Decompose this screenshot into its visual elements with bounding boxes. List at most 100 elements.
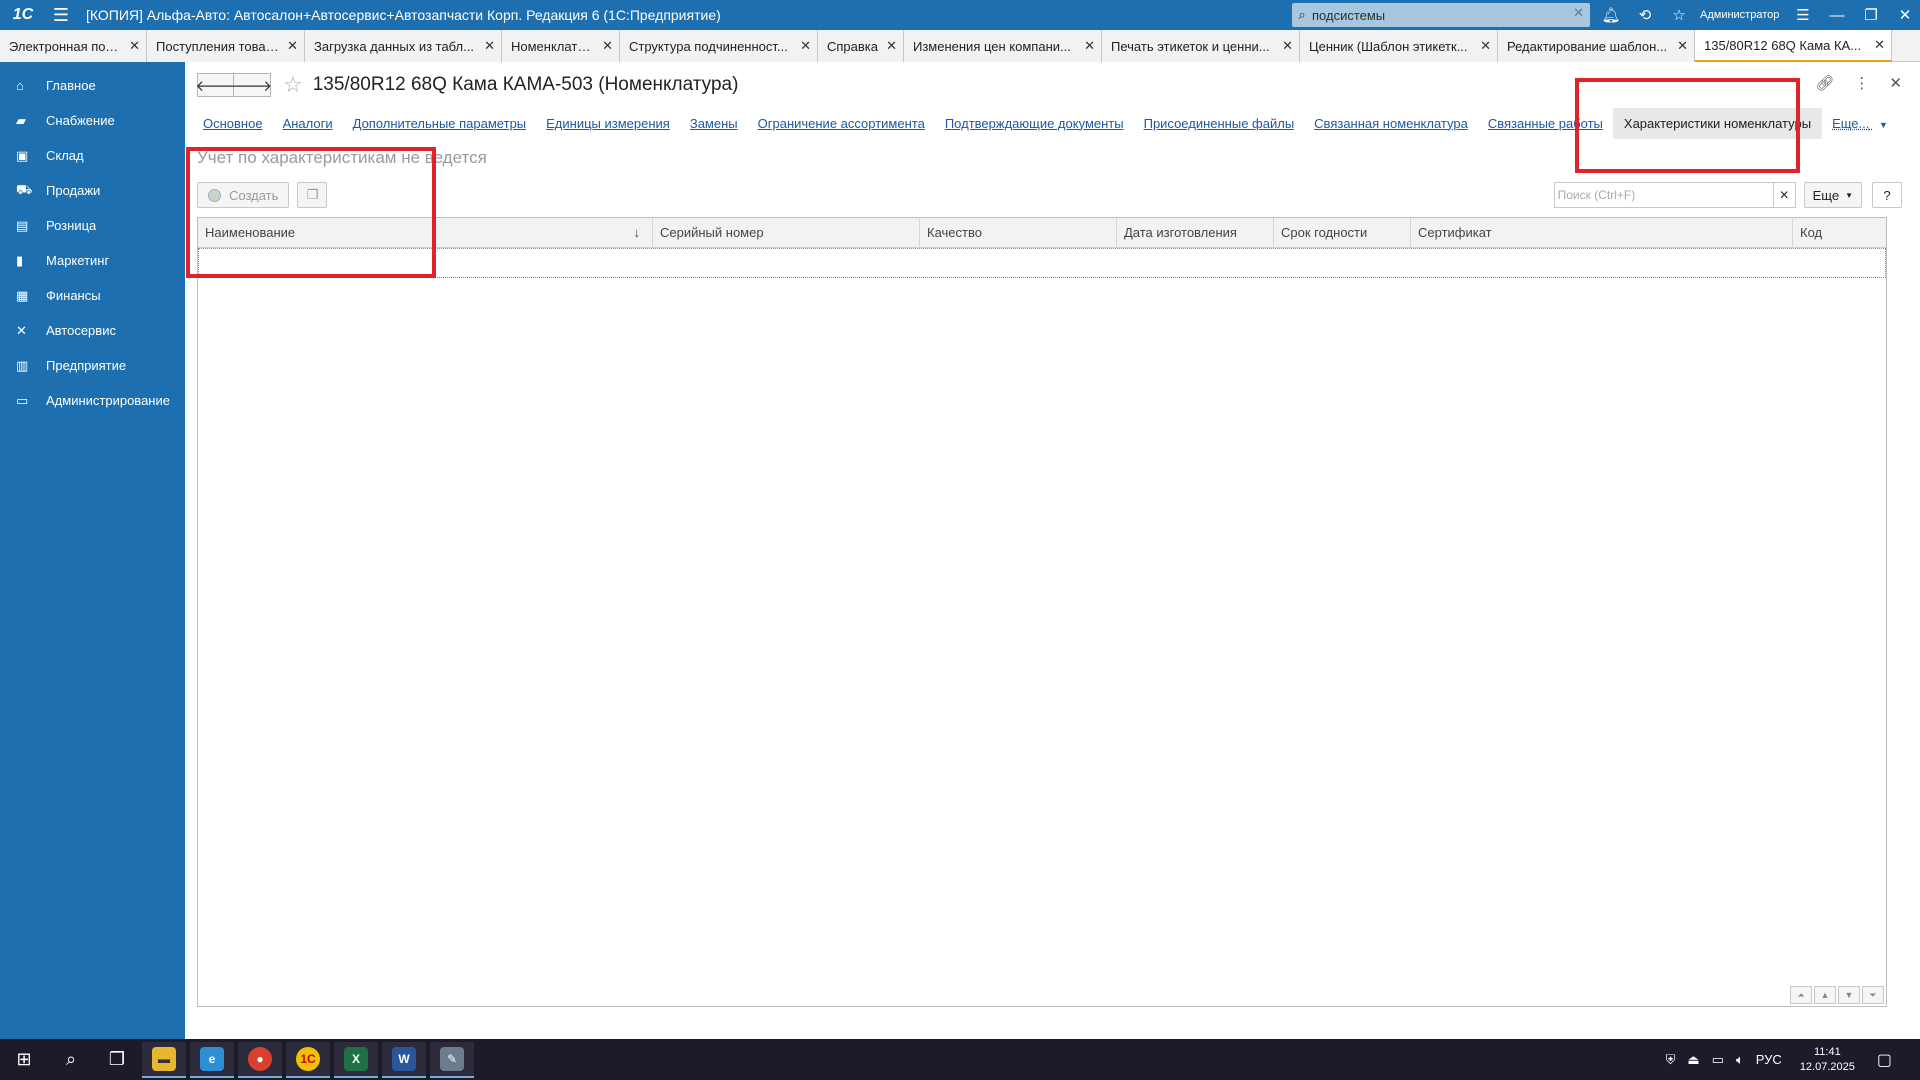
copy-button[interactable]: ❐ <box>297 182 328 208</box>
settings-menu-icon[interactable]: ☰ <box>1788 0 1818 30</box>
tab-template-edit[interactable]: Редактирование шаблон... ✕ <box>1498 30 1695 62</box>
notifications-icon[interactable]: ▢ <box>1877 1050 1892 1070</box>
antivirus-icon[interactable]: ⛨ <box>1666 1052 1676 1068</box>
chrome-app-icon[interactable]: ● <box>238 1041 282 1078</box>
close-icon[interactable]: ✕ <box>484 38 495 54</box>
tab-goods-receipts[interactable]: Поступления товаров ✕ <box>147 30 305 62</box>
paint-app-icon[interactable]: ✎ <box>430 1041 474 1078</box>
close-icon[interactable]: ✕ <box>1084 38 1095 54</box>
column-manufacture-date[interactable]: Дата изготовления <box>1117 218 1274 248</box>
restore-icon[interactable]: ❐ <box>1856 0 1886 30</box>
windows-start-icon[interactable]: ⊞ <box>0 1039 48 1080</box>
link-icon[interactable]: 🔗︎ <box>1815 74 1834 92</box>
sidebar-item-sales[interactable]: ⛟ Продажи <box>0 173 185 208</box>
nav-link-confirming-docs[interactable]: Подтверждающие документы <box>935 116 1134 131</box>
nav-link-attached-files[interactable]: Присоединенные файлы <box>1134 116 1305 131</box>
word-app-icon[interactable]: W <box>382 1041 426 1078</box>
column-code[interactable]: Код <box>1793 218 1886 248</box>
tab-data-import[interactable]: Загрузка данных из табл... ✕ <box>305 30 502 62</box>
column-expiration[interactable]: Срок годности <box>1274 218 1411 248</box>
tab-current-item[interactable]: 135/80R12 68Q Кама КА... ✕ <box>1695 30 1892 62</box>
sidebar-item-marketing[interactable]: ▮ Маркетинг <box>0 243 185 278</box>
close-icon[interactable]: ✕ <box>602 38 613 54</box>
tab-label-printing[interactable]: Печать этикеток и ценни... ✕ <box>1102 30 1300 62</box>
tab-email[interactable]: Электронная почта ✕ <box>0 30 147 62</box>
nav-link-replacements[interactable]: Замены <box>680 116 748 131</box>
task-view-icon[interactable]: ❐ <box>94 1039 140 1080</box>
sidebar-item-finance[interactable]: ▦ Финансы <box>0 278 185 313</box>
close-icon[interactable]: ✕ <box>1282 38 1293 54</box>
column-serial-number[interactable]: Серийный номер <box>653 218 920 248</box>
network-icon[interactable]: ▭ <box>1712 1052 1724 1068</box>
history-icon[interactable]: ⟲ <box>1630 0 1660 30</box>
nav-link-additional-params[interactable]: Дополнительные параметры <box>343 116 537 131</box>
volume-icon[interactable]: 🔈︎ <box>1736 1052 1744 1068</box>
nav-link-analogs[interactable]: Аналоги <box>273 116 343 131</box>
language-indicator[interactable]: РУС <box>1756 1052 1782 1067</box>
scroll-bottom-icon[interactable]: ⏷ <box>1862 986 1884 1004</box>
1c-app-icon[interactable]: 1С <box>286 1041 330 1078</box>
list-search-input[interactable]: Поиск (Ctrl+F) ✕ <box>1553 182 1796 208</box>
ie-app-icon[interactable]: e <box>190 1041 234 1078</box>
help-button[interactable]: ? <box>1872 182 1902 208</box>
user-name[interactable]: Администратор <box>1700 0 1779 30</box>
nav-link-more[interactable]: Еще... ▼ <box>1822 116 1898 131</box>
scroll-down-icon[interactable]: ▼ <box>1838 986 1860 1004</box>
nav-link-units[interactable]: Единицы измерения <box>536 116 680 131</box>
nav-link-characteristics[interactable]: Характеристики номенклатуры <box>1612 107 1823 139</box>
clear-search-icon[interactable]: ✕ <box>1772 183 1795 207</box>
close-icon[interactable]: ✕ <box>1480 38 1491 54</box>
bell-icon[interactable]: 🔔︎ <box>1596 0 1626 30</box>
column-quality[interactable]: Качество <box>920 218 1117 248</box>
sidebar-item-supply[interactable]: ▰ Снабжение <box>0 103 185 138</box>
back-button[interactable]: 🡐 <box>195 73 236 97</box>
minimize-icon[interactable]: — <box>1822 0 1852 30</box>
explorer-app-icon[interactable]: ▬ <box>142 1041 186 1078</box>
column-name[interactable]: Наименование ↓ <box>198 218 653 248</box>
open-windows-tabs: Электронная почта ✕ Поступления товаров ✕ … <box>0 30 1920 62</box>
column-certificate[interactable]: Сертификат <box>1411 218 1793 248</box>
close-icon[interactable]: ✕ <box>287 38 298 54</box>
forward-button[interactable]: 🡒 <box>232 73 272 97</box>
usb-icon[interactable]: ⏏ <box>1687 1052 1699 1068</box>
search-clear-icon[interactable]: ✕ <box>1573 5 1584 21</box>
sidebar-item-retail[interactable]: ▤ Розница <box>0 208 185 243</box>
favorite-star-icon[interactable]: ☆ <box>283 72 303 98</box>
tab-price-changes[interactable]: Изменения цен компани... ✕ <box>904 30 1102 62</box>
close-window-icon[interactable]: ✕ <box>1890 0 1920 30</box>
more-button[interactable]: Еще ▼ <box>1803 182 1862 208</box>
main-menu-icon[interactable]: ☰ <box>46 0 76 30</box>
close-icon[interactable]: ✕ <box>886 38 897 54</box>
close-form-icon[interactable]: ✕ <box>1889 74 1902 92</box>
close-icon[interactable]: ✕ <box>1874 37 1885 53</box>
global-search-input[interactable]: ⌕ подсистемы ✕ <box>1292 3 1590 27</box>
sidebar-item-administration[interactable]: ▭ Администрирование <box>0 383 185 418</box>
sidebar-item-enterprise[interactable]: ▥ Предприятие <box>0 348 185 383</box>
create-button[interactable]: Создать <box>197 182 290 208</box>
sidebar-item-main[interactable]: ⌂ Главное <box>0 68 185 103</box>
favorites-star-icon[interactable]: ☆ <box>1664 0 1694 30</box>
characteristics-note: Учет по характеристикам не ведется <box>197 148 487 167</box>
scroll-top-icon[interactable]: ⏶ <box>1790 986 1812 1004</box>
table-scroll-buttons: ⏶ ▲ ▼ ⏷ <box>1790 986 1884 1004</box>
tab-structure[interactable]: Структура подчиненност... ✕ <box>620 30 818 62</box>
clock[interactable]: 11:41 12.07.2025 <box>1800 1045 1855 1075</box>
tab-price-tag-template[interactable]: Ценник (Шаблон этикетк... ✕ <box>1300 30 1498 62</box>
table-row-empty[interactable] <box>198 248 1886 278</box>
nav-link-assortment-limit[interactable]: Ограничение ассортимента <box>748 116 935 131</box>
nav-link-related-nomenclature[interactable]: Связанная номенклатура <box>1304 116 1478 131</box>
sidebar-item-autoservice[interactable]: ✕ Автосервис <box>0 313 185 348</box>
search-icon[interactable]: ⌕ <box>48 1039 94 1080</box>
tab-help[interactable]: Справка ✕ <box>818 30 904 62</box>
more-actions-icon[interactable]: ⋮ <box>1854 74 1869 92</box>
nav-link-related-works[interactable]: Связанные работы <box>1478 116 1613 131</box>
excel-app-icon[interactable]: X <box>334 1041 378 1078</box>
close-icon[interactable]: ✕ <box>1677 38 1688 54</box>
wrench-icon: ✕ <box>16 322 27 338</box>
close-icon[interactable]: ✕ <box>800 38 811 54</box>
nav-link-main[interactable]: Основное <box>193 116 273 131</box>
scroll-up-icon[interactable]: ▲ <box>1814 986 1836 1004</box>
sidebar-item-warehouse[interactable]: ▣ Склад <box>0 138 185 173</box>
tab-nomenclature[interactable]: Номенклатура ✕ <box>502 30 620 62</box>
close-icon[interactable]: ✕ <box>129 38 140 54</box>
